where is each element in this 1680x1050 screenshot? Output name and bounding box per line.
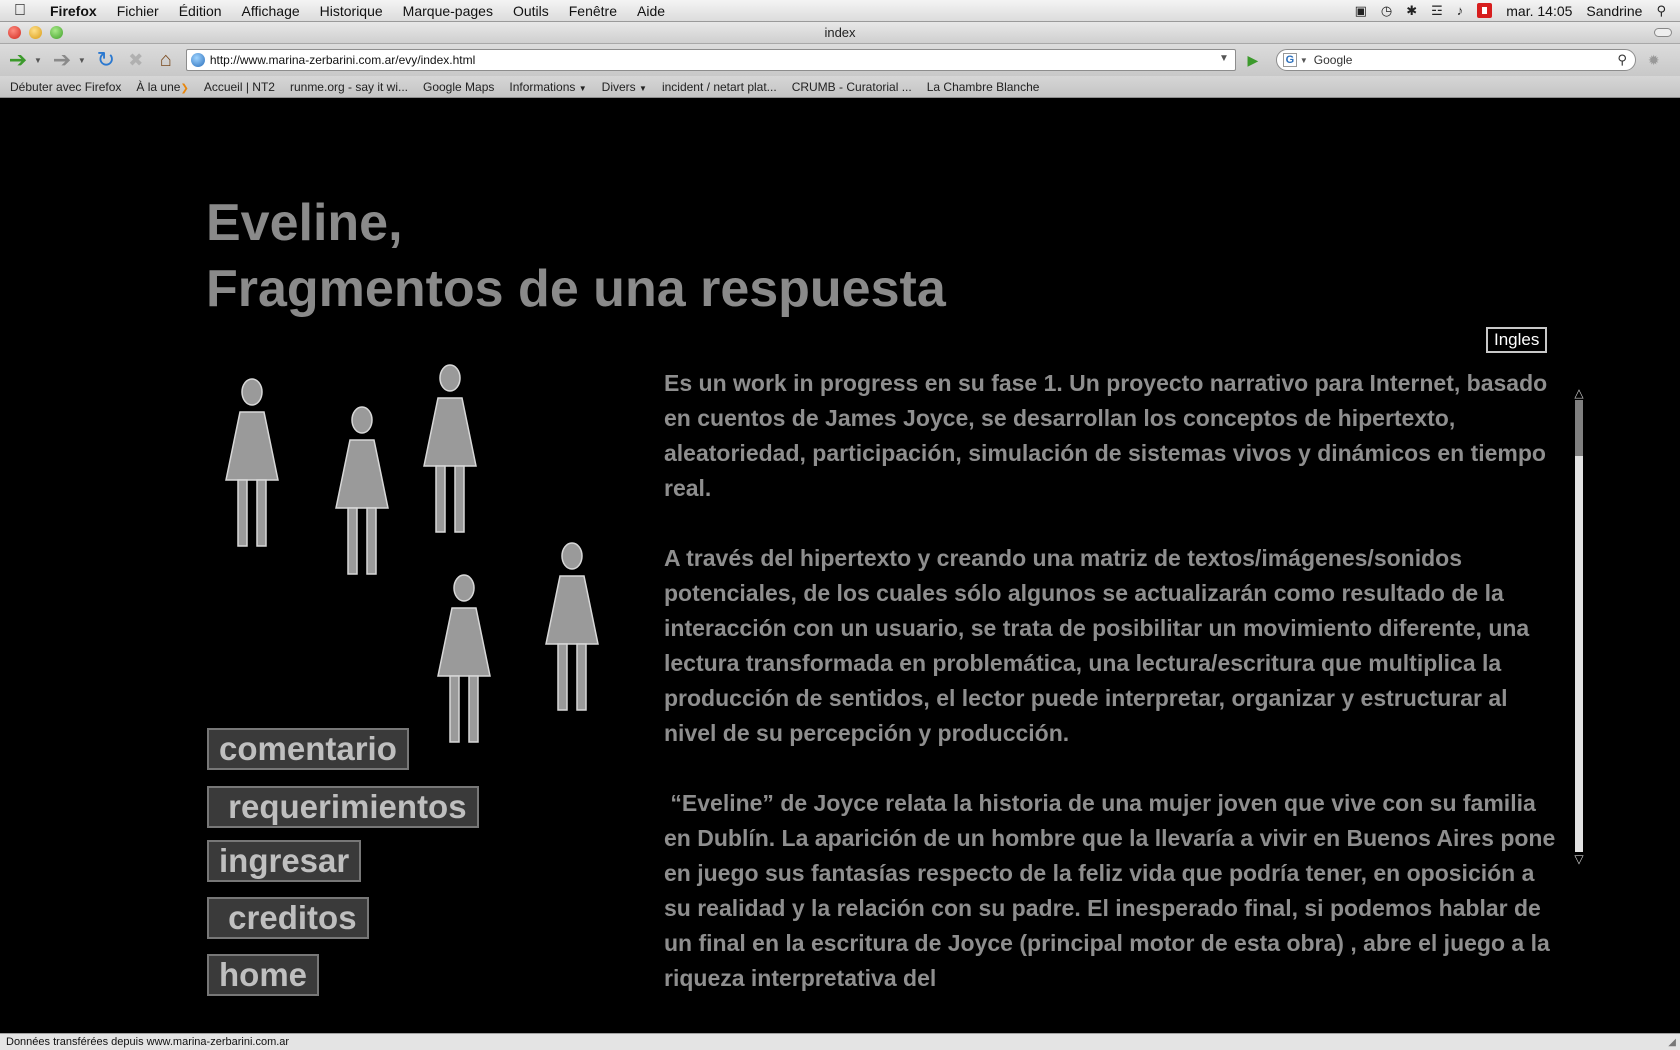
bookmark-label: À la une: [136, 79, 181, 94]
forward-history-dropdown-icon[interactable]: ▼: [78, 56, 86, 65]
bookmark-folder[interactable]: Divers ▼: [602, 80, 647, 94]
woman-figure-icon: [540, 540, 604, 716]
ingresar-button[interactable]: ingresar: [207, 840, 362, 882]
url-text[interactable]: http://www.marina-zerbarini.com.ar/evy/i…: [210, 53, 475, 67]
bookmark-item[interactable]: Accueil | NT2: [204, 80, 275, 94]
paragraph: Es un work in progress en su fase 1. Un …: [664, 370, 1548, 501]
intro-text-scroll-area[interactable]: Es un work in progress en su fase 1. Un …: [664, 366, 1564, 1033]
woman-figure-icon: [220, 376, 284, 552]
zoom-window-button[interactable]: [50, 26, 63, 39]
menu-historique[interactable]: Historique: [310, 3, 393, 19]
wifi-icon[interactable]: ☲: [1431, 3, 1443, 19]
bookmark-item[interactable]: Débuter avec Firefox: [10, 80, 121, 94]
rss-feed-icon: ❯: [180, 82, 189, 94]
woman-figure-icon: [432, 572, 496, 748]
search-engine-dropdown-icon[interactable]: ▼: [1300, 56, 1308, 65]
bookmark-item[interactable]: À la une❯: [136, 80, 188, 94]
paragraph: “Eveline” de Joyce relata la historia de…: [664, 790, 1562, 991]
page-title: Eveline, Fragmentos de una respuesta: [206, 190, 946, 322]
home-button[interactable]: home: [207, 954, 320, 996]
comentario-button[interactable]: comentario: [207, 728, 409, 770]
search-magnifier-icon[interactable]: ⚲: [1617, 52, 1627, 68]
search-box[interactable]: G ▼ Google ⚲: [1275, 49, 1636, 71]
menu-outils[interactable]: Outils: [503, 3, 559, 19]
close-window-button[interactable]: [8, 26, 21, 39]
menu-app-firefox[interactable]: Firefox: [40, 3, 107, 19]
url-bar[interactable]: http://www.marina-zerbarini.com.ar/evy/i…: [185, 49, 1236, 71]
scroll-down-arrow-icon[interactable]: ▽: [1572, 852, 1586, 866]
toolbar-toggle-button[interactable]: [1654, 28, 1672, 37]
navigation-toolbar: ➔ ▼ ➔ ▼ ↻ ✖ ⌂ http://www.marina-zerbarin…: [0, 44, 1680, 76]
scroll-up-arrow-icon[interactable]: △: [1572, 386, 1586, 400]
chevron-down-icon: ▼: [578, 83, 587, 93]
camera-icon[interactable]: ▣: [1355, 3, 1367, 19]
forward-arrow-icon[interactable]: ➔: [48, 47, 76, 73]
bookmark-folder-label: Divers: [601, 79, 636, 94]
time-machine-icon[interactable]: ◷: [1381, 3, 1392, 19]
bluetooth-icon[interactable]: ✱: [1406, 3, 1417, 19]
bookmark-folder[interactable]: Informations ▼: [509, 80, 586, 94]
bookmark-item[interactable]: Google Maps: [423, 80, 494, 94]
menu-user[interactable]: Sandrine: [1586, 3, 1642, 19]
bookmark-item[interactable]: runme.org - say it wi...: [290, 80, 408, 94]
menu-edition[interactable]: Édition: [169, 3, 232, 19]
home-icon[interactable]: ⌂: [152, 47, 180, 73]
creditos-button[interactable]: creditos: [207, 897, 369, 939]
menu-extras: ▣ ◷ ✱ ☲ ♪ mar. 14:05 Sandrine ⚲: [1355, 3, 1680, 19]
chevron-down-icon: ▼: [639, 83, 647, 93]
reload-icon[interactable]: ↻: [92, 47, 120, 73]
volume-icon[interactable]: ♪: [1457, 3, 1464, 18]
back-history-dropdown-icon[interactable]: ▼: [34, 56, 42, 65]
text-scrollbar[interactable]: △ ▽: [1572, 386, 1586, 866]
scrollbar-track[interactable]: [1575, 400, 1583, 852]
bookmark-item[interactable]: CRUMB - Curatorial ...: [792, 80, 912, 94]
google-engine-icon[interactable]: G: [1282, 53, 1297, 67]
bookmark-folder-label: Informations: [509, 79, 576, 94]
bookmark-item[interactable]: incident / netart plat...: [662, 80, 777, 94]
menu-bar:  Firefox Fichier Édition Affichage Hist…: [0, 0, 1680, 22]
paragraph: A través del hipertexto y creando una ma…: [664, 545, 1530, 746]
resize-grip-icon[interactable]: ◢: [1668, 1037, 1676, 1048]
menu-aide[interactable]: Aide: [627, 3, 675, 19]
menu-clock[interactable]: mar. 14:05: [1506, 3, 1572, 19]
site-globe-icon: [190, 53, 205, 67]
bookmark-item[interactable]: La Chambre Blanche: [927, 80, 1040, 94]
bookmarks-toolbar: Débuter avec Firefox À la une❯ Accueil |…: [0, 76, 1680, 98]
loading-throbber-icon: ✹: [1647, 51, 1660, 68]
page-title-line-1: Eveline,: [206, 194, 403, 252]
menu-marque-pages[interactable]: Marque-pages: [393, 3, 503, 19]
window-title-bar: index: [0, 22, 1680, 44]
input-flag-icon[interactable]: [1477, 3, 1493, 18]
minimize-window-button[interactable]: [29, 26, 42, 39]
search-placeholder[interactable]: Google: [1314, 53, 1353, 67]
status-text: Données transférées depuis www.marina-ze…: [6, 1036, 290, 1048]
page-title-line-2: Fragmentos de una respuesta: [206, 260, 946, 318]
stop-icon[interactable]: ✖: [122, 47, 150, 73]
status-bar: Données transférées depuis www.marina-ze…: [0, 1033, 1680, 1050]
woman-figure-icon: [330, 404, 394, 580]
woman-figure-icon: [418, 362, 482, 538]
go-arrow-icon[interactable]: ▶: [1242, 52, 1264, 69]
requerimientos-button[interactable]: requerimientos: [207, 786, 479, 828]
menu-affichage[interactable]: Affichage: [232, 3, 310, 19]
url-history-dropdown-icon[interactable]: ▼: [1219, 53, 1229, 64]
menu-fichier[interactable]: Fichier: [107, 3, 169, 19]
scrollbar-thumb[interactable]: [1575, 400, 1583, 456]
window-controls: [8, 26, 63, 39]
apple-icon[interactable]: : [0, 2, 40, 20]
spotlight-icon[interactable]: ⚲: [1656, 3, 1666, 19]
language-english-button[interactable]: Ingles: [1486, 327, 1548, 353]
back-arrow-icon[interactable]: ➔: [4, 47, 32, 73]
web-page: Eveline, Fragmentos de una respuesta Ing…: [0, 98, 1680, 1033]
menu-fenetre[interactable]: Fenêtre: [559, 3, 627, 19]
window-title: index: [824, 25, 856, 40]
